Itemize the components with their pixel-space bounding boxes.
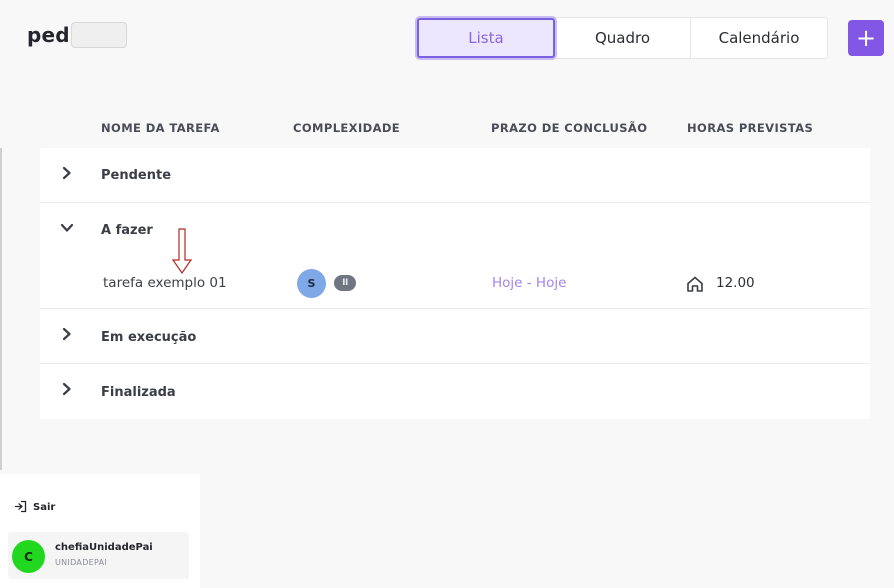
tab-quadro[interactable]: Quadro	[555, 18, 691, 58]
chevron-right-icon[interactable]	[60, 382, 74, 396]
logout-button[interactable]: Sair	[14, 498, 55, 517]
sidebar-divider	[0, 148, 2, 470]
view-switcher: Lista Quadro Calendário	[416, 17, 828, 59]
group-a-fazer[interactable]: A fazer tarefa exemplo 01 S II Hoje - Ho…	[40, 203, 870, 309]
brand-text: ped	[27, 23, 70, 47]
assignee-avatar: S	[297, 269, 326, 298]
group-em-execucao[interactable]: Em execução	[40, 309, 870, 364]
tab-lista[interactable]: Lista	[417, 18, 555, 58]
group-label: Em execução	[101, 330, 197, 345]
user-name: chefiaUnidadePai	[55, 542, 153, 553]
column-header-hours: HORAS PREVISTAS	[687, 121, 814, 135]
brand-redacted-block	[70, 22, 127, 48]
hours-value: 12.00	[716, 275, 755, 291]
app-root: ped Lista Quadro Calendário + NOME DA TA…	[0, 0, 894, 588]
task-name[interactable]: tarefa exemplo 01	[103, 275, 227, 291]
logout-label: Sair	[33, 502, 56, 513]
group-finalizada[interactable]: Finalizada	[40, 364, 870, 419]
user-avatar: C	[12, 540, 45, 573]
tab-calendario[interactable]: Calendário	[691, 18, 827, 58]
group-label: A fazer	[101, 223, 153, 238]
home-icon	[685, 274, 705, 294]
user-unit: UNIDADEPAI	[55, 558, 108, 567]
logout-icon	[14, 498, 27, 517]
chevron-right-icon[interactable]	[60, 327, 74, 341]
group-label: Pendente	[101, 168, 172, 183]
chevron-down-icon[interactable]	[60, 221, 74, 235]
complexity-badge: II	[334, 275, 356, 291]
task-list: Pendente A fazer tarefa exemplo 01 S II …	[40, 148, 870, 419]
column-header-task-name: NOME DA TAREFA	[101, 121, 220, 135]
group-pendente[interactable]: Pendente	[40, 148, 870, 203]
brand: ped	[27, 22, 127, 48]
user-profile[interactable]: C chefiaUnidadePai UNIDADEPAI	[8, 532, 189, 579]
add-task-button[interactable]: +	[848, 20, 884, 56]
group-label: Finalizada	[101, 385, 176, 400]
column-header-complexity: COMPLEXIDADE	[293, 121, 401, 135]
down-arrow-icon	[171, 228, 193, 274]
column-header-deadline: PRAZO DE CONCLUSÃO	[491, 121, 648, 135]
chevron-right-icon[interactable]	[60, 166, 74, 180]
deadline-value[interactable]: Hoje - Hoje	[492, 275, 566, 291]
